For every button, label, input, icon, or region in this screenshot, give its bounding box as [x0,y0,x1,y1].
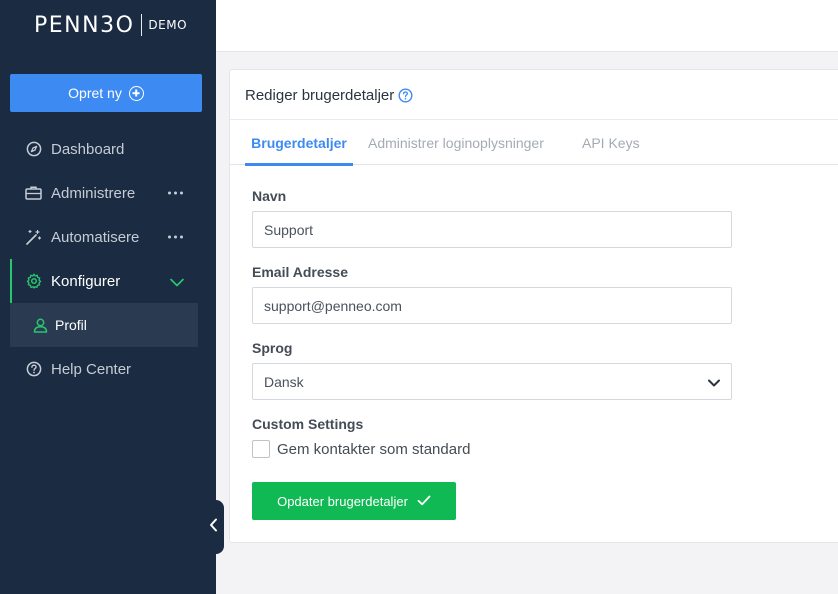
email-input[interactable] [252,287,732,324]
more-dots-icon[interactable] [168,235,183,239]
edit-user-panel: Rediger brugerdetaljer Brugerdetaljer Ad… [229,69,838,543]
update-user-button[interactable]: Opdater brugerdetaljer [252,482,456,520]
sidebar-item-label: Administrere [51,184,136,202]
name-input[interactable] [252,211,732,248]
tab-api-keys[interactable]: API Keys [582,120,640,165]
sidebar-subitem-profil[interactable]: Profil [10,303,198,347]
tab-brugerdetaljer[interactable]: Brugerdetaljer [245,120,353,166]
user-icon [33,318,48,333]
briefcase-icon [25,185,42,202]
language-selected-value: Dansk [264,373,304,390]
sidebar-collapse-toggle[interactable] [202,500,224,554]
save-contacts-option: Gem kontakter som standard [252,440,470,458]
email-label: Email Adresse [252,264,348,280]
help-icon[interactable] [398,88,413,103]
name-label: Navn [252,188,287,204]
tab-label: API Keys [582,134,640,151]
update-user-label: Opdater brugerdetaljer [277,493,408,509]
logo-text: PENN3O [34,12,135,38]
language-label: Sprog [252,340,293,356]
sidebar-item-konfigurer[interactable]: Konfigurer [0,259,216,303]
compass-icon [25,141,42,158]
sidebar-item-automatisere[interactable]: Automatisere [0,215,216,259]
logo-separator [141,14,143,36]
checkbox-label: Gem kontakter som standard [277,440,471,458]
question-circle-icon [25,361,42,378]
tab-administrer-loginoplysninger[interactable]: Administrer loginoplysninger [368,120,544,165]
panel-title: Rediger brugerdetaljer [245,87,413,104]
tab-label: Brugerdetaljer [251,134,347,151]
sidebar-item-label: Dashboard [51,140,125,158]
checkmark-icon [417,494,431,509]
gear-icon [25,273,42,290]
create-new-label: Opret ny [68,85,122,101]
tab-bar: Brugerdetaljer Administrer loginoplysnin… [230,120,838,166]
sidebar: PENN3O DEMO Opret ny Dashboard Administr… [0,0,216,594]
chevron-left-icon [209,518,218,537]
create-new-button[interactable]: Opret ny [10,74,202,112]
panel-title-text: Rediger brugerdetaljer [245,87,395,104]
custom-settings-label: Custom Settings [252,416,364,432]
chevron-down-icon [708,374,720,390]
sidebar-item-label: Automatisere [51,228,140,246]
env-label: DEMO [148,18,188,32]
sidebar-item-administrere[interactable]: Administrere [0,171,216,215]
tab-label: Administrer loginoplysninger [368,134,544,151]
magic-wand-icon [25,229,42,246]
sidebar-item-label: Help Center [51,360,132,378]
save-contacts-checkbox[interactable] [252,440,270,458]
top-bar [216,0,838,52]
chevron-down-icon[interactable] [170,274,184,291]
sidebar-item-help-center[interactable]: Help Center [0,347,216,391]
sidebar-subitem-label: Profil [55,317,87,333]
sidebar-item-label: Konfigurer [51,272,121,290]
logo[interactable]: PENN3O DEMO [34,12,187,38]
language-select[interactable]: Dansk [252,363,732,400]
plus-circle-icon [128,85,144,101]
sidebar-item-dashboard[interactable]: Dashboard [0,127,216,171]
more-dots-icon[interactable] [168,191,183,195]
